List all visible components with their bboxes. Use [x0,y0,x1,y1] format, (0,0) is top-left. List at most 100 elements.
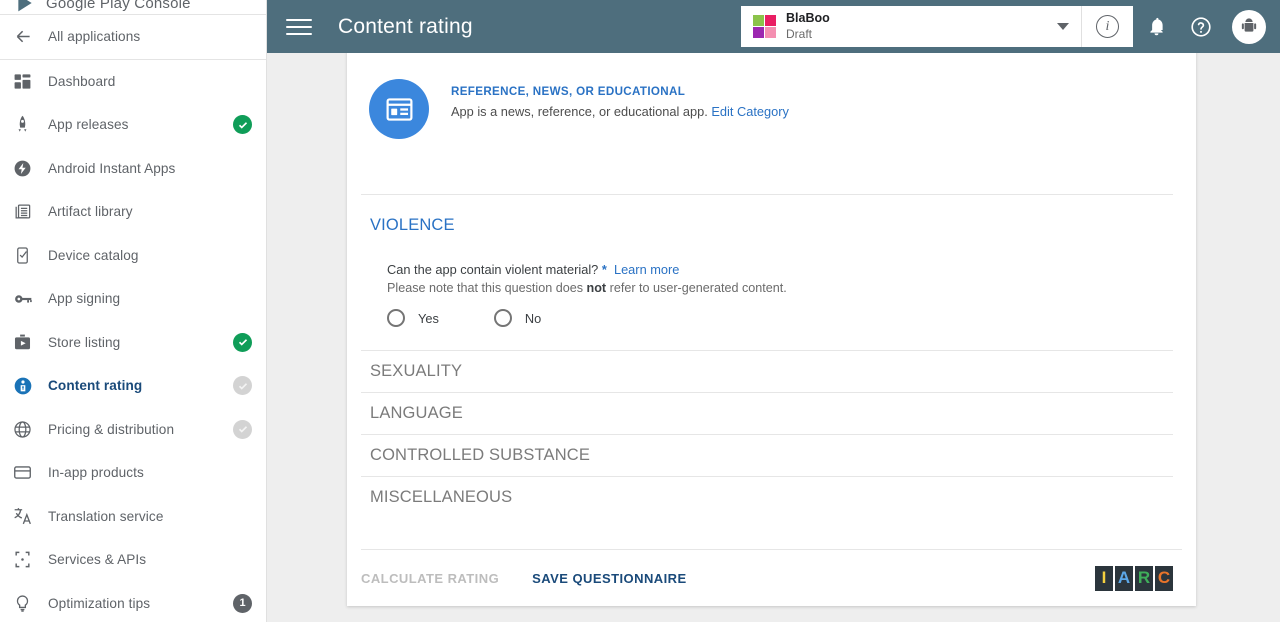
check-complete-icon [233,332,252,352]
status-badge [233,332,252,352]
info-circle-icon: i [1096,15,1119,38]
section-heading-violence: VIOLENCE [370,216,455,234]
iarc-letter-c: C [1155,565,1173,591]
radio-circle-icon[interactable] [387,309,405,327]
learn-more-link[interactable]: Learn more [614,262,679,277]
sidebar-item-android-instant-apps[interactable]: Android Instant Apps [0,147,266,191]
sidebar-item-label: Services & APIs [48,552,147,568]
section-header-sexuality[interactable]: SEXUALITY [347,351,1196,392]
sidebar-item-label: App releases [48,117,129,133]
app-selector-meta: BlaBoo Draft [786,11,830,42]
sidebar-item-store-listing[interactable]: Store listing [0,321,266,365]
check-incomplete-icon [233,376,252,396]
app-thumbnail-icon [753,15,776,38]
device-check-icon [13,243,41,267]
sidebar-item-label: Translation service [48,508,164,524]
app-state: Draft [786,26,813,41]
store-bag-icon [13,330,41,354]
section-header-controlled-substance[interactable]: CONTROLLED SUBSTANCE [347,435,1196,476]
sidebar-item-label: Pricing & distribution [48,421,175,437]
article-layout-icon [369,79,429,139]
globe-icon [13,417,41,441]
status-badge [233,376,252,396]
violence-question-block: Can the app contain violent material? * … [347,235,1196,327]
instant-bolt-icon [13,156,41,180]
section-header-miscellaneous[interactable]: MISCELLANEOUS [347,477,1196,518]
category-title: REFERENCE, NEWS, OR EDUCATIONAL [451,85,686,98]
violence-question-text: Can the app contain violent material? [387,262,599,277]
iarc-letter-r: R [1135,565,1153,591]
sidebar-item-dashboard[interactable]: Dashboard [0,60,266,104]
sidebar-item-translation-service[interactable]: Translation service [0,495,266,539]
hamburger-icon[interactable] [286,14,312,40]
help-circle-icon[interactable] [1187,13,1215,41]
main-content: App is already part of an questionnaire … [267,53,1280,622]
sidebar-item-device-catalog[interactable]: Device catalog [0,234,266,278]
library-icon [13,200,41,224]
iarc-logo: I A R C [1095,565,1173,591]
iarc-letter-i: I [1095,565,1113,591]
api-brackets-icon [13,548,41,572]
account-avatar[interactable] [1232,9,1266,44]
sidebar-item-label: Device catalog [48,247,139,263]
page-title: Content rating [338,14,473,38]
note-suffix: refer to user-generated content. [606,281,787,295]
sidebar-item-artifact-library[interactable]: Artifact library [0,190,266,234]
sidebar-item-all-applications[interactable]: All applications [0,15,266,59]
note-prefix: Please note that this question does [387,281,587,295]
header-icon-group [1142,0,1266,53]
brand-header[interactable]: Google Play Console [0,0,266,15]
section-header-language[interactable]: LANGUAGE [347,393,1196,434]
sidebar-item-in-app-products[interactable]: In-app products [0,451,266,495]
note-bold: not [586,281,607,295]
card-icon [13,461,41,485]
sidebar-item-label: Artifact library [48,204,133,220]
status-badge [233,419,252,439]
sidebar-item-app-releases[interactable]: App releases [0,103,266,147]
violence-radio-group: Yes No [387,309,1196,327]
radio-label: Yes [418,310,439,326]
category-summary: REFERENCE, NEWS, OR EDUCATIONAL App is a… [347,53,1196,139]
chevron-down-icon[interactable] [1057,23,1069,30]
sidebar-item-app-signing[interactable]: App signing [0,277,266,321]
category-text: REFERENCE, NEWS, OR EDUCATIONAL App is a… [451,79,789,119]
app-info-button[interactable]: i [1081,6,1133,47]
play-triangle-icon [12,0,38,14]
rocket-icon [13,113,41,137]
sidebar-item-label: Content rating [48,378,143,394]
check-complete-icon [233,115,252,135]
play-console-page: Google Play Console All applications Das… [0,0,1280,622]
radio-label: No [524,310,542,326]
required-marker: * [601,262,607,277]
radio-option-yes[interactable]: Yes [387,309,439,327]
status-badge: 1 [233,593,252,613]
sidebar-item-label: In-app products [48,465,144,481]
category-description-text: App is a news, reference, or educational… [451,104,708,119]
radio-circle-icon[interactable] [493,309,512,327]
save-questionnaire-button[interactable]: SAVE QUESTIONNAIRE [532,571,687,586]
key-icon [13,287,41,311]
edit-category-link[interactable]: Edit Category [711,104,789,119]
calculate-rating-button[interactable]: CALCULATE RATING [361,571,499,586]
violence-question-label: Can the app contain violent material? * … [387,262,1196,277]
translate-icon [13,504,41,528]
sidebar-item-optimization-tips[interactable]: Optimization tips 1 [0,582,266,622]
app-selector[interactable]: BlaBoo Draft i [741,6,1133,47]
category-description: App is a news, reference, or educational… [451,104,789,119]
radio-option-no[interactable]: No [493,309,542,327]
violence-question-note: Please note that this question does not … [387,281,1196,295]
app-name: BlaBoo [786,11,830,26]
sidebar-item-content-rating[interactable]: Content rating [0,364,266,408]
sidebar-item-pricing-distribution[interactable]: Pricing & distribution [0,408,266,452]
check-incomplete-icon [233,419,252,439]
status-badge [233,115,252,135]
content-rating-card: App is already part of an questionnaire … [347,53,1196,606]
brand-title: Google Play Console [46,0,191,12]
sidebar: Google Play Console All applications Das… [0,0,267,622]
sidebar-item-services-apis[interactable]: Services & APIs [0,538,266,582]
card-footer: CALCULATE RATING SAVE QUESTIONNAIRE I A … [361,549,1182,606]
sidebar-item-label: All applications [48,29,141,45]
notifications-bell-icon[interactable] [1142,13,1170,41]
sidebar-item-label: Optimization tips [48,595,151,611]
top-header: Content rating BlaBoo Draft i [267,0,1280,53]
